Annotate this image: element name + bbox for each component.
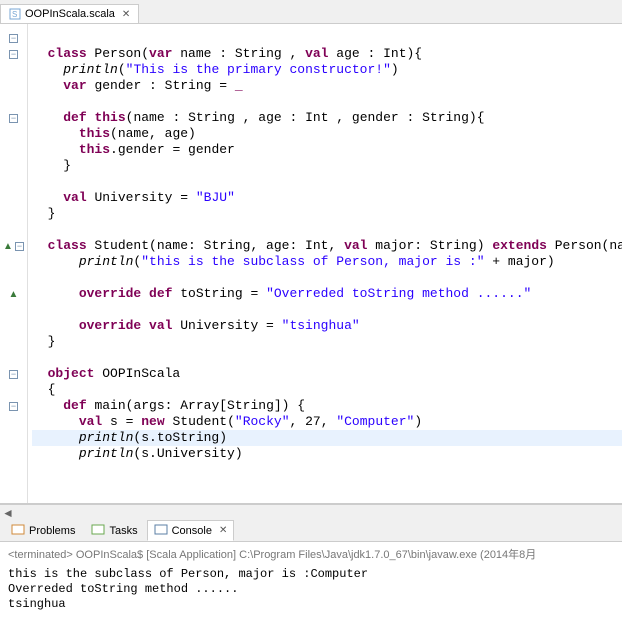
console-panel: <terminated> OOPInScala$ [Scala Applicat… [0,542,622,618]
ruler-blank [0,190,27,206]
ruler-blank [0,62,27,78]
code-line[interactable]: { [32,382,622,398]
tab-label: Console [172,525,212,537]
code-line[interactable] [32,350,622,366]
ruler-blank [0,206,27,222]
code-line[interactable] [32,94,622,110]
code-line[interactable]: val University = "BJU" [32,190,622,206]
svg-text:S: S [12,10,17,19]
ruler-blank [0,430,27,446]
editor-tab-label: OOPInScala.scala [25,8,115,20]
code-line[interactable]: var gender : String = _ [32,78,622,94]
code-line[interactable]: println(s.toString) [32,430,622,446]
code-line[interactable] [32,174,622,190]
code-line[interactable]: } [32,158,622,174]
scala-file-icon: S [9,8,21,20]
bottom-tab-bar: Problems Tasks Console ✕ [0,520,622,542]
problems-icon [11,523,25,538]
editor-tab[interactable]: S OOPInScala.scala ✕ [0,4,139,23]
ruler-blank [0,270,27,286]
code-line[interactable] [32,30,622,46]
tab-label: Tasks [109,525,137,537]
tab-problems[interactable]: Problems [4,520,82,541]
override-fold-icon[interactable]: ▲− [0,238,27,254]
ruler-blank [0,174,27,190]
ruler-blank [0,446,27,462]
ruler-blank [0,78,27,94]
code-line[interactable]: val s = new Student("Rocky", 27, "Comput… [32,414,622,430]
code-line[interactable]: override val University = "tsinghua" [32,318,622,334]
code-line[interactable] [32,270,622,286]
editor-tab-bar: S OOPInScala.scala ✕ [0,0,622,24]
console-line: Overreded toString method ...... [8,582,614,597]
code-line[interactable]: class Person(var name : String , val age… [32,46,622,62]
code-line[interactable]: } [32,334,622,350]
fold-toggle-icon[interactable]: − [0,46,27,62]
editor-area: −−−▲−▲−− class Person(var name : String … [0,24,622,504]
ruler-blank [0,158,27,174]
console-line: tsinghua [8,597,614,612]
ruler-gutter: −−−▲−▲−− [0,24,28,503]
fold-toggle-icon[interactable]: − [0,30,27,46]
tab-console[interactable]: Console ✕ [147,520,235,541]
code-line[interactable]: object OOPInScala [32,366,622,382]
tab-tasks[interactable]: Tasks [84,520,144,541]
code-line[interactable]: this.gender = gender [32,142,622,158]
tab-label: Problems [29,525,75,537]
code-line[interactable]: this(name, age) [32,126,622,142]
code-line[interactable]: println(s.University) [32,446,622,462]
console-line: this is the subclass of Person, major is… [8,567,614,582]
ruler-blank [0,222,27,238]
console-output: this is the subclass of Person, major is… [8,567,614,612]
close-icon[interactable]: ✕ [219,525,227,536]
ruler-blank [0,334,27,350]
ruler-blank [0,126,27,142]
tasks-icon [91,523,105,538]
override-marker-icon[interactable]: ▲ [0,286,27,302]
fold-toggle-icon[interactable]: − [0,110,27,126]
ruler-blank [0,254,27,270]
code-line[interactable] [32,222,622,238]
ruler-blank [0,94,27,110]
fold-toggle-icon[interactable]: − [0,398,27,414]
ruler-blank [0,350,27,366]
scroll-left-icon[interactable]: ◄ [0,505,16,520]
ruler-blank [0,318,27,334]
fold-toggle-icon[interactable]: − [0,366,27,382]
code-line[interactable]: def main(args: Array[String]) { [32,398,622,414]
code-line[interactable]: println("This is the primary constructor… [32,62,622,78]
console-header: <terminated> OOPInScala$ [Scala Applicat… [8,548,614,563]
code-viewport[interactable]: class Person(var name : String , val age… [28,24,622,503]
code-line[interactable]: def this(name : String , age : Int , gen… [32,110,622,126]
code-line[interactable] [32,302,622,318]
horizontal-scrollbar[interactable]: ◄ [0,504,622,520]
code-line[interactable]: println("this is the subclass of Person,… [32,254,622,270]
code-line[interactable]: } [32,206,622,222]
ruler-blank [0,142,27,158]
code-line[interactable]: override def toString = "Overreded toStr… [32,286,622,302]
ruler-blank [0,382,27,398]
ruler-blank [0,302,27,318]
ruler-blank [0,414,27,430]
console-icon [154,523,168,538]
code-line[interactable]: class Student(name: String, age: Int, va… [32,238,622,254]
close-icon[interactable]: ✕ [122,9,130,20]
